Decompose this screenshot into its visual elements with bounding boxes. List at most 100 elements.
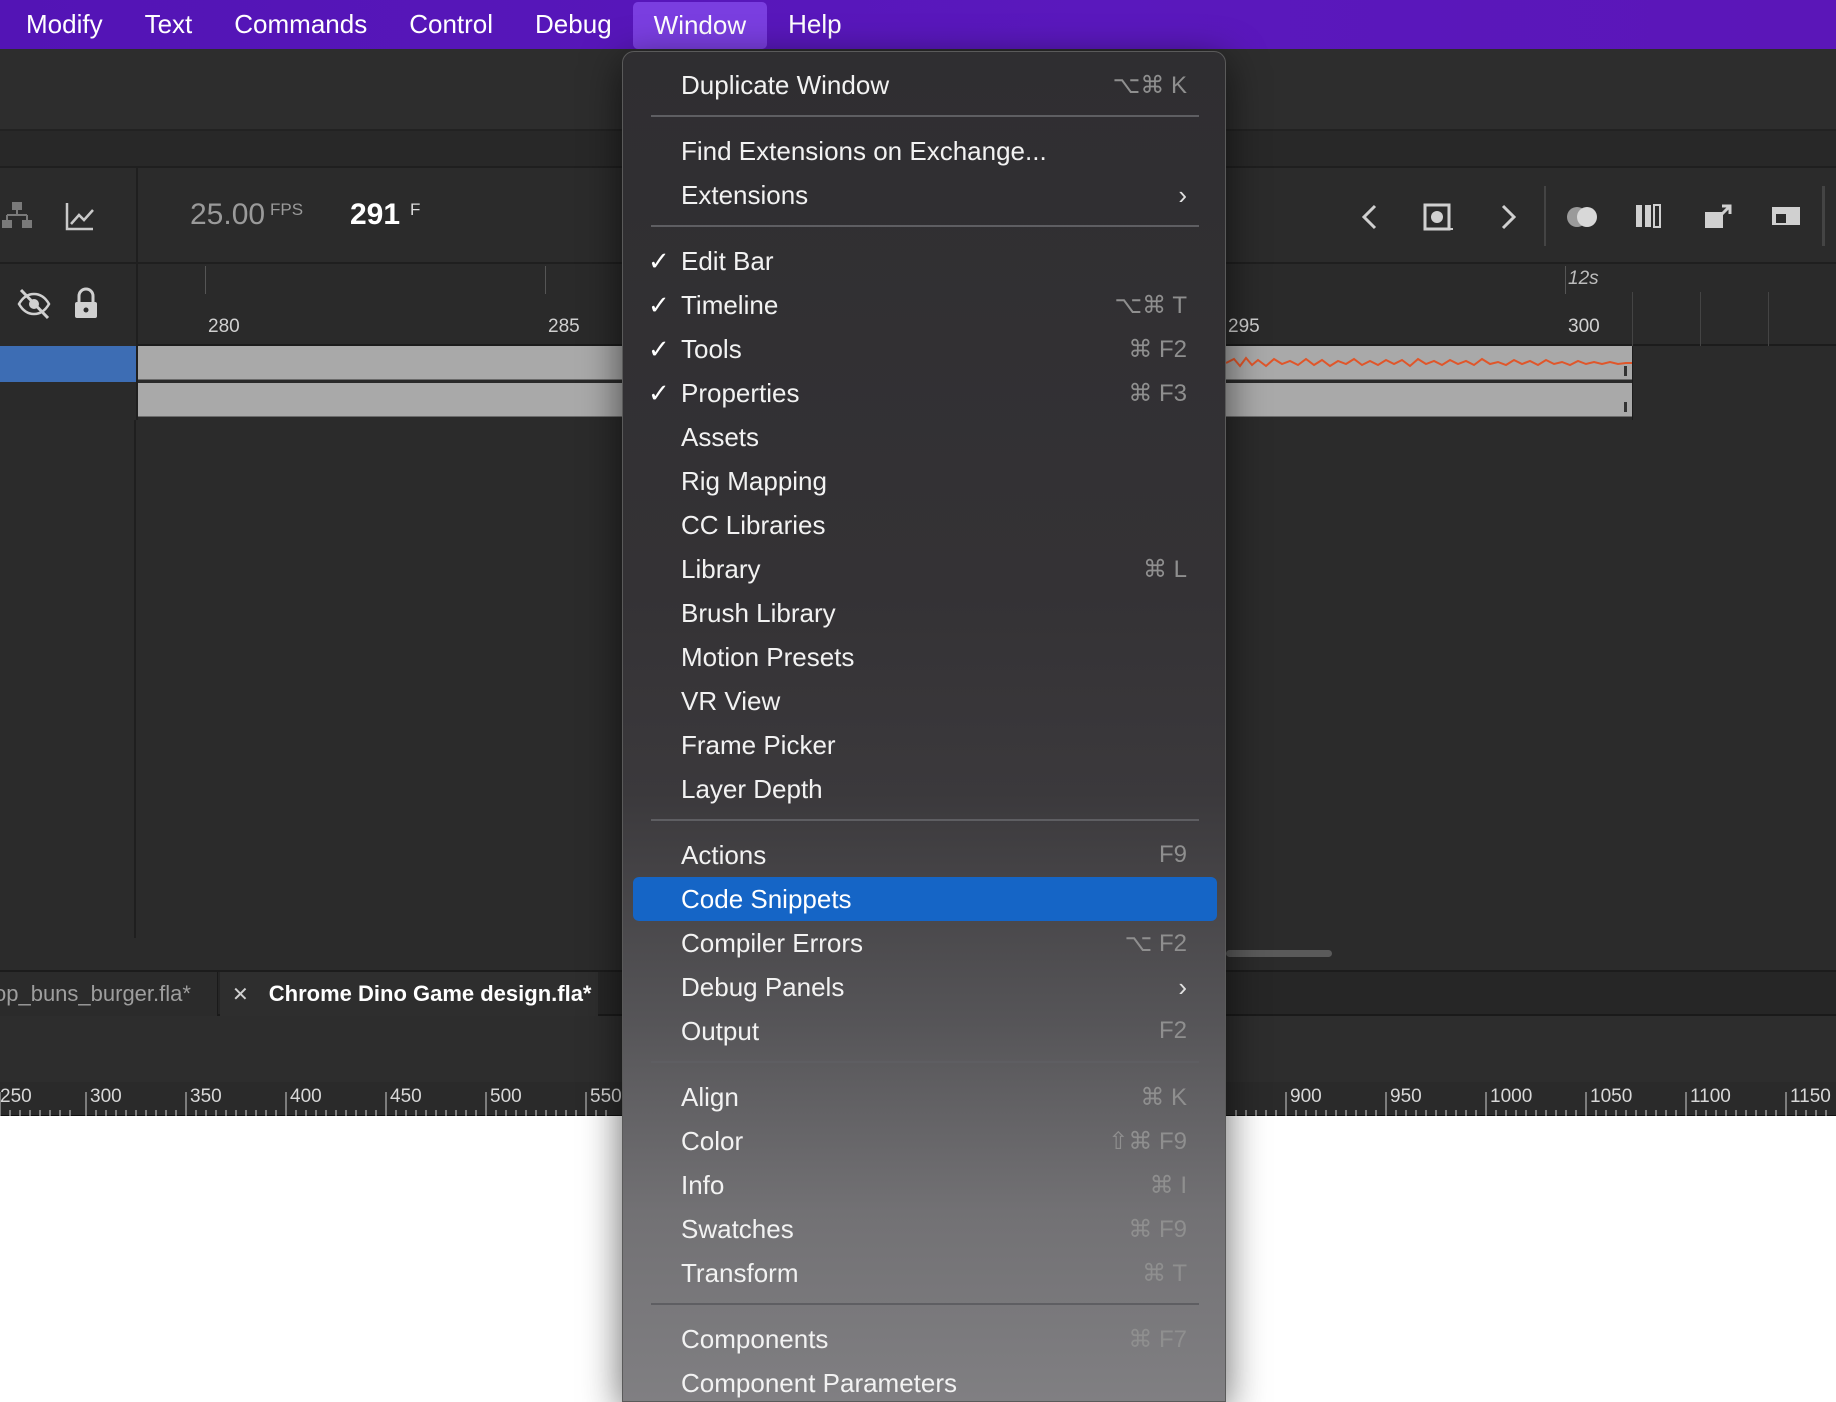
- menu-item-tools[interactable]: ✓ Tools ⌘ F2: [633, 327, 1217, 371]
- lock-icon[interactable]: [72, 286, 100, 327]
- menu-item-label: Output: [681, 1015, 760, 1046]
- menu-item-label: VR View: [681, 685, 781, 716]
- frame-view-icon[interactable]: [1634, 202, 1668, 237]
- menu-separator: [651, 1303, 1199, 1305]
- menu-item-components[interactable]: Components ⌘ F7: [633, 1317, 1217, 1361]
- menu-item-label: Compiler Errors: [681, 927, 864, 958]
- menu-item-info[interactable]: Info ⌘ I: [633, 1163, 1217, 1207]
- menu-item-label: Layer Depth: [681, 773, 823, 804]
- prev-keyframe-icon[interactable]: [1358, 202, 1382, 237]
- submenu-arrow-icon: ›: [1178, 971, 1187, 1002]
- insert-keyframe-icon[interactable]: [1422, 200, 1456, 239]
- ruler-label-295: 295: [1228, 316, 1260, 337]
- menu-item-motion-presets[interactable]: Motion Presets: [633, 635, 1217, 679]
- close-tab-icon[interactable]: ✕: [232, 982, 249, 1007]
- menu-debug[interactable]: Debug: [514, 0, 633, 49]
- menu-separator: [651, 1061, 1199, 1063]
- menu-item-edit-bar[interactable]: ✓ Edit Bar: [633, 239, 1217, 283]
- menu-item-label: Actions: [681, 839, 767, 870]
- menu-separator: [651, 115, 1199, 117]
- menu-item-code-snippets[interactable]: Code Snippets: [633, 877, 1217, 921]
- next-keyframe-icon[interactable]: [1496, 202, 1520, 237]
- menu-item-align[interactable]: Align ⌘ K: [633, 1075, 1217, 1119]
- stage-ruler-label: 450: [390, 1086, 422, 1107]
- stage-ruler-label: 500: [490, 1086, 522, 1107]
- menu-item-actions[interactable]: Actions F9: [633, 833, 1217, 877]
- onion-skin-icon[interactable]: [1564, 202, 1602, 237]
- ruler-label-285: 285: [548, 316, 580, 337]
- toolbar-edge: [1822, 186, 1825, 246]
- ruler-tick: [1565, 266, 1566, 294]
- stage-ruler-label: 1000: [1490, 1086, 1533, 1107]
- document-tab-active[interactable]: ✕ Chrome Dino Game design.fla*: [220, 972, 598, 1016]
- shortcut-label: F9: [1158, 841, 1187, 868]
- export-icon[interactable]: [1702, 200, 1736, 239]
- audio-waveform: [1226, 356, 1632, 368]
- stage-ruler-label: 350: [190, 1086, 222, 1107]
- document-tab-inactive[interactable]: op_buns_burger.fla*: [0, 972, 218, 1016]
- stage-ruler-label: 1050: [1590, 1086, 1633, 1107]
- menu-item-vr-view[interactable]: VR View: [633, 679, 1217, 723]
- stage-ruler-label: 950: [1390, 1086, 1422, 1107]
- menu-item-label: Library: [681, 553, 761, 584]
- menu-item-component-parameters[interactable]: Component Parameters: [633, 1361, 1217, 1401]
- fps-unit: FPS: [270, 200, 304, 219]
- ruler-tick: [205, 266, 206, 294]
- menu-item-label: Tools: [681, 333, 742, 364]
- menu-item-output[interactable]: Output F2: [633, 1009, 1217, 1053]
- menu-window[interactable]: Window: [632, 1, 768, 49]
- timeline-empty-area: [1632, 346, 1836, 420]
- menu-item-properties[interactable]: ✓ Properties ⌘ F3: [633, 371, 1217, 415]
- ruler-tick: [1632, 292, 1633, 346]
- menu-item-compiler-errors[interactable]: Compiler Errors ⌥ F2: [633, 921, 1217, 965]
- menu-item-label: Properties: [681, 377, 800, 408]
- menu-item-timeline[interactable]: ✓ Timeline ⌥⌘ T: [633, 283, 1217, 327]
- stage-ruler-label: 550: [590, 1086, 622, 1107]
- menu-item-label: CC Libraries: [681, 509, 826, 540]
- submenu-arrow-icon: ›: [1178, 179, 1187, 210]
- menu-item-transform[interactable]: Transform ⌘ T: [633, 1251, 1217, 1295]
- menu-item-find-extensions[interactable]: Find Extensions on Exchange...: [633, 129, 1217, 173]
- menu-item-layer-depth[interactable]: Layer Depth: [633, 767, 1217, 811]
- shortcut-label: ⌘ I: [1149, 1171, 1187, 1199]
- toolbar-divider: [1544, 186, 1546, 246]
- menu-item-swatches[interactable]: Swatches ⌘ F9: [633, 1207, 1217, 1251]
- menu-item-frame-picker[interactable]: Frame Picker: [633, 723, 1217, 767]
- ruler-tick: [1768, 292, 1769, 346]
- menu-item-brush-library[interactable]: Brush Library: [633, 591, 1217, 635]
- menu-item-assets[interactable]: Assets: [633, 415, 1217, 459]
- menu-modify[interactable]: Modify: [0, 0, 124, 49]
- current-frame[interactable]: 291: [350, 198, 400, 232]
- menu-item-library[interactable]: Library ⌘ L: [633, 547, 1217, 591]
- menu-item-label: Code Snippets: [681, 883, 852, 914]
- timeline-scrollbar[interactable]: [1226, 950, 1332, 957]
- menu-control[interactable]: Control: [388, 0, 514, 49]
- shortcut-label: ⌘ F9: [1128, 1215, 1187, 1243]
- frame-end-marker: [1624, 402, 1627, 412]
- fps-value[interactable]: 25.00: [190, 198, 265, 232]
- menu-item-label: Extensions: [681, 179, 809, 210]
- menu-text[interactable]: Text: [124, 0, 214, 49]
- menu-item-label: Components: [681, 1323, 829, 1354]
- panel-icon[interactable]: [1770, 202, 1802, 237]
- graph-icon[interactable]: [64, 200, 96, 237]
- shortcut-label: ⌥⌘ K: [1112, 71, 1187, 99]
- tab-title: Chrome Dino Game design.fla*: [268, 981, 592, 1006]
- hierarchy-icon[interactable]: [2, 200, 32, 237]
- menu-commands[interactable]: Commands: [213, 0, 388, 49]
- menu-item-extensions[interactable]: Extensions ›: [633, 173, 1217, 217]
- menu-item-duplicate-window[interactable]: Duplicate Window ⌥⌘ K: [633, 63, 1217, 107]
- menu-item-debug-panels[interactable]: Debug Panels ›: [633, 965, 1217, 1009]
- menu-item-rig-mapping[interactable]: Rig Mapping: [633, 459, 1217, 503]
- menu-item-label: Component Parameters: [681, 1367, 958, 1398]
- menu-item-color[interactable]: Color ⇧⌘ F9: [633, 1119, 1217, 1163]
- menu-item-cc-libraries[interactable]: CC Libraries: [633, 503, 1217, 547]
- shortcut-label: ⌥ F2: [1124, 929, 1187, 957]
- menu-bar: Modify Text Commands Control Debug Windo…: [0, 0, 1836, 49]
- frame-unit: F: [410, 200, 421, 219]
- menu-help[interactable]: Help: [767, 0, 862, 49]
- ruler-tick: [545, 266, 546, 294]
- menu-item-label: Debug Panels: [681, 971, 845, 1002]
- selected-layer[interactable]: [0, 346, 136, 382]
- visibility-off-icon[interactable]: [16, 286, 52, 327]
